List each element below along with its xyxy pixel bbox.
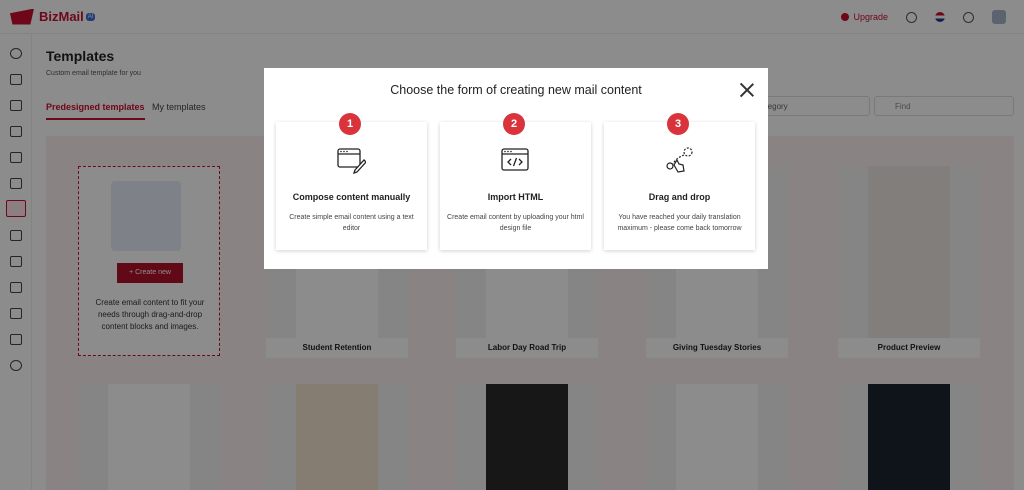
option-description: You have reached your daily translation … [617, 214, 742, 232]
drag-drop-hand-icon [666, 147, 693, 173]
step-number-badge: 2 [503, 113, 525, 135]
code-window-icon [501, 148, 529, 171]
app-shell: BizMail AI Upgrade › Templates [0, 0, 1024, 490]
compose-edit-icon [337, 148, 366, 174]
option-compose-manually[interactable]: 1 Compose content manually Create simple… [276, 113, 427, 250]
option-description: Create email content by uploading your h… [447, 214, 584, 232]
option-drag-and-drop[interactable]: 3 Drag and drop You have reached your da… [604, 113, 755, 250]
step-number-badge: 1 [339, 113, 361, 135]
modal-title: Choose the form of creating new mail con… [390, 83, 642, 97]
create-content-modal: Choose the form of creating new mail con… [264, 68, 768, 269]
option-description: Create simple email content using a text… [289, 214, 414, 232]
option-title: Compose content manually [292, 192, 411, 202]
option-title: Drag and drop [648, 192, 711, 202]
close-icon[interactable] [739, 82, 755, 98]
option-import-html[interactable]: 2 Import HTML Create email content by up… [440, 113, 591, 250]
step-number-badge: 3 [667, 113, 689, 135]
option-title: Import HTML [487, 192, 544, 202]
